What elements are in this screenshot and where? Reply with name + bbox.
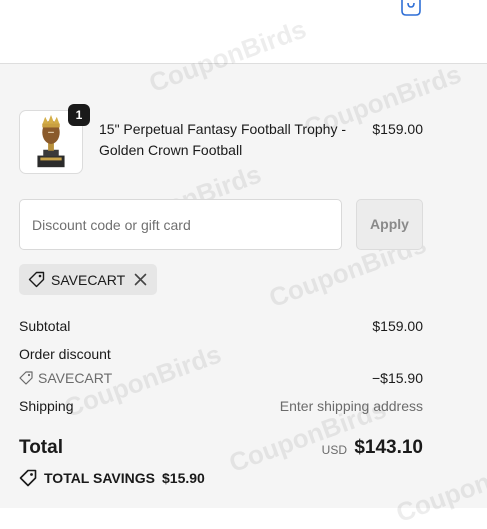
shipping-value: Enter shipping address (279, 398, 423, 414)
order-discount-label: Order discount (19, 346, 111, 362)
quantity-badge: 1 (68, 104, 90, 126)
subtotal-label: Subtotal (19, 318, 71, 334)
discount-code-input[interactable] (19, 199, 342, 250)
order-discount-value: −$15.90 (372, 370, 423, 386)
applied-discount-code: SAVECART (51, 272, 126, 288)
total-savings-label: TOTAL SAVINGS (44, 470, 155, 486)
order-discount-code: SAVECART (38, 370, 113, 386)
total-value: $143.10 (354, 437, 423, 458)
remove-discount-close-icon[interactable] (134, 273, 147, 286)
discount-tag-icon (19, 371, 33, 385)
apply-discount-button[interactable]: Apply (356, 199, 423, 250)
savings-tag-icon (19, 469, 37, 487)
product-title-line-1: 15" Perpetual Fantasy Football Trophy - (99, 121, 346, 137)
total-savings-value: $15.90 (162, 470, 205, 486)
product-title-line-2: Golden Crown Football (99, 142, 243, 158)
total-label: Total (19, 437, 63, 458)
currency-code: USD (321, 443, 347, 457)
tag-icon (28, 271, 45, 288)
applied-discount-chip: SAVECART (19, 264, 157, 295)
product-price: $159.00 (372, 121, 423, 137)
shopping-bag-icon[interactable] (400, 0, 422, 16)
subtotal-value: $159.00 (372, 318, 423, 334)
product-title: 15" Perpetual Fantasy Football Trophy - … (99, 119, 359, 161)
shipping-label: Shipping (19, 398, 74, 414)
header-bar (0, 0, 487, 64)
